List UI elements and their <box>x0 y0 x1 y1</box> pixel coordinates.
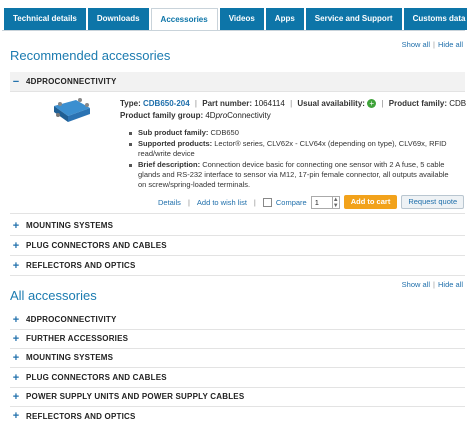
all-accessories-heading: All accessories <box>10 288 97 303</box>
accordion-4dproconnectivity[interactable]: + 4DPROCONNECTIVITY <box>10 310 465 330</box>
sub-product-family-item: Sub product family: CDB650 <box>128 128 459 138</box>
request-quote-button[interactable]: Request quote <box>401 195 465 209</box>
product-actions: Details | Add to wish list | Compare 1 ▲… <box>158 195 465 209</box>
compare-checkbox[interactable] <box>262 197 272 207</box>
accordion-mounting-systems[interactable]: + MOUNTING SYSTEMS <box>10 216 465 236</box>
plus-icon: + <box>12 239 20 252</box>
product-meta: Type: CDB650-204 | Part number: 1064114 … <box>120 98 467 122</box>
accordion-reflectors-and-optics[interactable]: + REFLECTORS AND OPTICS <box>10 406 465 425</box>
plus-icon: + <box>12 219 20 232</box>
availability-ok-icon: + <box>367 99 377 109</box>
accordion-label: MOUNTING SYSTEMS <box>26 353 114 362</box>
plus-icon: + <box>12 410 20 422</box>
hide-all-link[interactable]: Hide all <box>438 40 463 49</box>
hide-all-link[interactable]: Hide all <box>438 280 463 289</box>
minus-icon: − <box>12 75 20 88</box>
accordion-label: PLUG CONNECTORS AND CABLES <box>26 373 167 382</box>
availability-label: Usual availability: <box>297 99 365 108</box>
recommended-toggle-links: Show all | Hide all <box>402 40 463 49</box>
show-all-link[interactable]: Show all <box>402 40 430 49</box>
part-number-label: Part number: <box>202 99 253 108</box>
accordion-label: FURTHER ACCESSORIES <box>26 334 129 343</box>
supported-products-item: Supported products: Lector® series, CLV6… <box>128 139 459 159</box>
type-link[interactable]: CDB650-204 <box>143 99 190 108</box>
accordion-plug-connectors-and-cables[interactable]: + PLUG CONNECTORS AND CABLES <box>10 236 465 256</box>
brief-description-item: Brief description: Connection device bas… <box>128 160 459 190</box>
accordion-label: 4DPROCONNECTIVITY <box>26 315 117 324</box>
tab-customs-data[interactable]: Customs data <box>403 8 467 30</box>
accordion-label: REFLECTORS AND OPTICS <box>26 261 136 270</box>
accordion-label: REFLECTORS AND OPTICS <box>26 411 136 421</box>
tab-accessories[interactable]: Accessories <box>150 8 218 30</box>
type-label: Type: <box>120 99 141 108</box>
family-group-label: Product family group: <box>120 111 204 120</box>
accordion-label: MOUNTING SYSTEMS <box>26 221 114 230</box>
action-separator: | <box>187 197 190 207</box>
accordion-mounting-systems[interactable]: + MOUNTING SYSTEMS <box>10 348 465 368</box>
add-to-cart-button[interactable]: Add to cart <box>343 195 398 209</box>
accordion-reflectors-and-optics[interactable]: + REFLECTORS AND OPTICS <box>10 256 465 276</box>
product-item: Type: CDB650-204 | Part number: 1064114 … <box>10 92 467 214</box>
product-family-label: Product family: <box>388 99 447 108</box>
add-to-wishlist-link[interactable]: Add to wish list <box>197 198 247 207</box>
all-toggle-links: Show all | Hide all <box>402 280 463 289</box>
tab-technical-details[interactable]: Technical details <box>4 8 86 30</box>
show-all-link[interactable]: Show all <box>402 280 430 289</box>
details-link[interactable]: Details <box>158 198 181 207</box>
accordion-plug-connectors-and-cables[interactable]: + PLUG CONNECTORS AND CABLES <box>10 368 465 388</box>
part-number-value: 1064114 <box>254 99 285 108</box>
meta-separator: | <box>381 99 384 108</box>
action-separator: | <box>253 197 256 207</box>
link-separator: | <box>433 40 435 49</box>
accordion-power-supply-units-and-cables[interactable]: + POWER SUPPLY UNITS AND POWER SUPPLY CA… <box>10 387 465 407</box>
meta-separator: | <box>194 99 197 108</box>
accordion-label: POWER SUPPLY UNITS AND POWER SUPPLY CABL… <box>26 392 245 401</box>
tab-bar: Technical details Downloads Accessories … <box>4 8 467 30</box>
quantity-input[interactable]: 1 <box>310 195 333 209</box>
tab-apps[interactable]: Apps <box>265 8 304 30</box>
family-group-value: 4DproConnectivity <box>205 111 271 120</box>
recommended-heading: Recommended accessories <box>10 48 171 63</box>
product-family-value: CDB <box>449 99 467 108</box>
plus-icon: + <box>12 332 20 345</box>
compare-label[interactable]: Compare <box>276 198 307 207</box>
plus-icon: + <box>12 313 20 326</box>
tab-service-and-support[interactable]: Service and Support <box>305 8 402 30</box>
tab-videos[interactable]: Videos <box>219 8 264 30</box>
product-details-list: Sub product family: CDB650 Supported pro… <box>128 128 459 191</box>
plus-icon: + <box>12 371 20 384</box>
tab-downloads[interactable]: Downloads <box>87 8 149 30</box>
product-image <box>54 98 90 122</box>
plus-icon: + <box>12 390 20 403</box>
accordion-further-accessories[interactable]: + FURTHER ACCESSORIES <box>10 329 465 349</box>
accordion-label: 4DPROCONNECTIVITY <box>26 77 117 86</box>
quantity-stepper[interactable]: ▲ ▼ <box>331 195 340 209</box>
accordion-4dproconnectivity-expanded[interactable]: − 4DPROCONNECTIVITY <box>10 72 465 92</box>
plus-icon: + <box>12 351 20 364</box>
meta-separator: | <box>290 99 293 108</box>
link-separator: | <box>433 280 435 289</box>
plus-icon: + <box>12 259 20 272</box>
accordion-label: PLUG CONNECTORS AND CABLES <box>26 241 167 250</box>
